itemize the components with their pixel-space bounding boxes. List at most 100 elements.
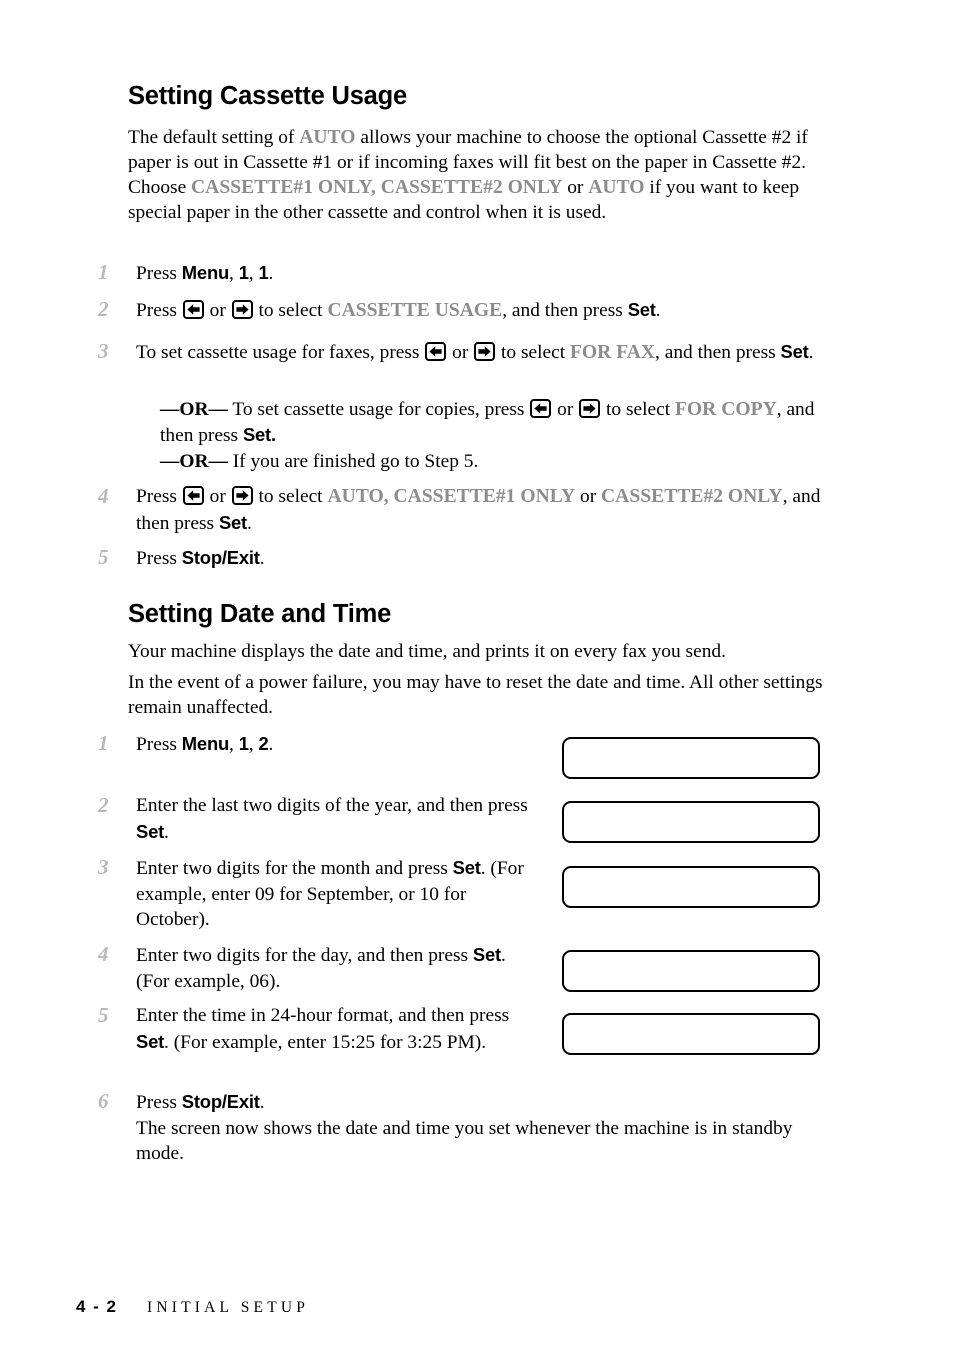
step-text-part: , (229, 263, 239, 284)
step-text: Press Menu, 1, 2. (136, 731, 536, 758)
step-text-part: To set cassette usage for copies, press (227, 399, 530, 420)
lcd-term-for-fax: FOR FAX (569, 342, 656, 363)
step-text-part: to select (253, 300, 328, 321)
step-text-part: . (808, 342, 814, 363)
step-text-part: . (268, 263, 274, 284)
step-text-part: or (575, 486, 602, 507)
step-text-part: to select (496, 342, 570, 363)
step-text-part: to select (253, 486, 328, 507)
step-text: Press Menu, 1, 1. (136, 260, 826, 287)
step-number: 2 (98, 793, 109, 817)
step-text-part: , (248, 734, 259, 755)
left-arrow-key-icon (182, 300, 204, 319)
key-set: Set. (242, 424, 276, 445)
step-text-part: If you are finished go to Step 5. (227, 451, 479, 472)
lcd-term-auto-cassette1: AUTO, CASSETTE#1 ONLY (327, 486, 576, 507)
step-number: 4 (98, 942, 109, 966)
step-text-part: Press (136, 263, 182, 284)
step-text-part: . (259, 548, 265, 569)
key-digit-1b: 1 (258, 262, 269, 283)
key-set: Set (452, 857, 481, 878)
step-number: 1 (98, 731, 109, 755)
intro-text-1: The default setting of (128, 127, 300, 148)
lcd-term-cassette-only: CASSETTE#1 ONLY, CASSETTE#2 ONLY (191, 177, 563, 198)
lcd-term-for-copy: FOR COPY (674, 399, 777, 420)
manual-page: Setting Cassette Usage The default setti… (0, 0, 954, 1352)
step-text-part: Press (136, 548, 182, 569)
step-text-part: . (259, 1092, 265, 1113)
step3-or-alternative-2: —OR— If you are finished go to Step 5. (160, 449, 828, 474)
lcd-term-auto: AUTO (299, 127, 356, 148)
step-text: Press Stop/Exit. The screen now shows the… (136, 1089, 836, 1167)
step-text-part: Press (136, 1092, 182, 1113)
left-arrow-key-icon (425, 342, 447, 361)
step-text-part: Press (136, 300, 182, 321)
date-time-intro-2: In the event of a power failure, you may… (128, 672, 823, 718)
step-text-part: , and then press (655, 342, 781, 363)
cassette-usage-intro-paragraph: The default setting of AUTO allows your … (128, 125, 825, 225)
key-digit-1: 1 (238, 733, 249, 754)
step-number: 3 (98, 855, 109, 879)
step-text-part: . (268, 734, 274, 755)
step-text-note: The screen now shows the date and time y… (136, 1117, 793, 1165)
step-number: 5 (98, 545, 109, 569)
lcd-display-day: DAY:XXENTER & SET KEY (562, 950, 820, 992)
date-time-intro-1: Your machine displays the date and time,… (128, 641, 726, 662)
step-text-part: or (204, 486, 231, 507)
step-text-part: Enter two digits for the month and press (136, 858, 453, 879)
intro-text-3: or (562, 177, 589, 198)
lcd-display-month: MONTH:XXENTER & SET KEY (562, 866, 820, 908)
right-arrow-key-icon (474, 342, 496, 361)
step-text: Enter two digits for the month and press… (136, 855, 536, 933)
lcd-term-cassette2-only: CASSETTE#2 ONLY (601, 486, 783, 507)
step3-or-alternative-1: —OR— To set cassette usage for copies, p… (160, 397, 828, 448)
footer-page-number: 4 - 2 (76, 1297, 118, 1316)
step-number: 1 (98, 260, 109, 284)
step-text-part: , (248, 263, 259, 284)
key-stop-exit: Stop/Exit (181, 547, 260, 568)
key-set: Set (627, 299, 656, 320)
step-text: Press or to select CASSETTE USAGE, and t… (136, 297, 836, 324)
right-arrow-key-icon (231, 486, 253, 505)
step-text: Press or to select AUTO, CASSETTE#1 ONLY… (136, 484, 836, 536)
step-text-part: Press (136, 486, 182, 507)
step-text-part: or (447, 342, 474, 363)
step-text: Enter two digits for the day, and then p… (136, 942, 536, 994)
step-text-part: or (204, 300, 231, 321)
key-digit-1: 1 (238, 262, 249, 283)
key-menu: Menu (181, 262, 230, 283)
key-menu: Menu (181, 733, 230, 754)
step-text-part: Enter the time in 24-hour format, and th… (136, 1005, 510, 1026)
step-text-part: Press (136, 734, 182, 755)
step-text-part: , and then press (502, 300, 628, 321)
step-number: 6 (98, 1089, 109, 1113)
section-heading-cassette-usage: Setting Cassette Usage (128, 82, 408, 110)
lcd-display-time: TIME:XX:XXENTER & SET KEY (562, 1013, 820, 1055)
step-number: 3 (98, 339, 109, 363)
section-heading-date-and-time: Setting Date and Time (128, 600, 392, 628)
key-set: Set (136, 820, 165, 842)
key-digit-2: 2 (258, 733, 269, 754)
left-arrow-key-icon (530, 399, 552, 418)
key-set: Set (218, 511, 247, 533)
step-text-part: . (655, 300, 661, 321)
or-label: —OR— (160, 451, 228, 472)
step-text-part: to select (601, 399, 675, 420)
step-text-part: . (For example, enter 15:25 for 3:25 PM)… (164, 1031, 487, 1053)
right-arrow-key-icon (231, 300, 253, 319)
key-set: Set (136, 1030, 165, 1052)
step-number: 5 (98, 1003, 109, 1027)
right-arrow-key-icon (579, 399, 601, 418)
step-text: Enter the last two digits of the year, a… (136, 793, 536, 845)
step-text-part: To set cassette usage for faxes, press (136, 342, 425, 363)
step-text-part: or (552, 399, 579, 420)
lcd-display-year: YEAR:XXENTER & SET KEY (562, 801, 820, 843)
step-text-part: . (246, 512, 252, 534)
step-text: Enter the time in 24-hour format, and th… (136, 1003, 536, 1055)
key-set: Set (472, 944, 501, 965)
lcd-display-date-time: 2.DATE/TIME (562, 737, 820, 779)
key-set: Set (780, 341, 809, 362)
step-text: Press Stop/Exit. (136, 545, 836, 572)
left-arrow-key-icon (182, 486, 204, 505)
step-text-part: . (164, 821, 169, 843)
